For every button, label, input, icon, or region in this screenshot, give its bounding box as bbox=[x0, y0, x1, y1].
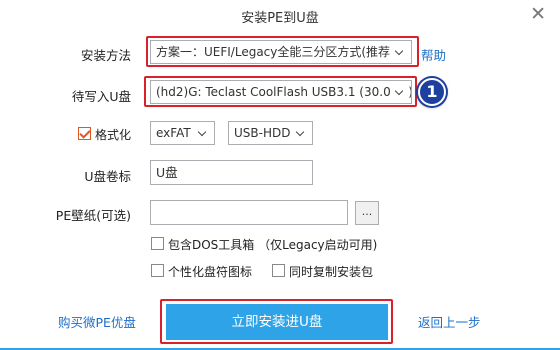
wallpaper-label: PE壁纸(可选) bbox=[55, 208, 131, 223]
window-title: 安装PE到U盘 bbox=[241, 11, 319, 26]
help-link[interactable]: 帮助 bbox=[421, 45, 446, 64]
chevron-down-icon bbox=[194, 123, 212, 143]
boot-mode-select[interactable]: USB-HDD bbox=[228, 121, 313, 145]
target-drive-label: 待写入U盘 bbox=[71, 89, 131, 104]
wallpaper-path-input[interactable] bbox=[150, 200, 348, 225]
copy-package-checkbox[interactable] bbox=[272, 264, 285, 277]
dos-tools-label: 包含DOS工具箱 （仅Legacy启动可用) bbox=[168, 238, 378, 252]
browse-button[interactable]: ... bbox=[355, 201, 379, 225]
boot-mode-value: USB-HDD bbox=[234, 126, 291, 140]
install-method-label: 安装方法 bbox=[80, 48, 131, 63]
back-link[interactable]: 返回上一步 bbox=[418, 312, 481, 331]
target-drive-value: (hd2)G: Teclast CoolFlash USB3.1 (30.0GB… bbox=[156, 85, 412, 99]
install-method-value: 方案一：UEFI/Legacy全能三分区方式(推荐) bbox=[156, 45, 395, 59]
filesystem-value: exFAT bbox=[156, 126, 191, 140]
target-drive-select[interactable]: (hd2)G: Teclast CoolFlash USB3.1 (30.0GB… bbox=[150, 80, 412, 104]
chevron-down-icon bbox=[391, 42, 409, 62]
close-icon[interactable]: ✕ bbox=[530, 5, 546, 24]
custom-icon-checkbox[interactable] bbox=[151, 264, 164, 277]
install-method-select[interactable]: 方案一：UEFI/Legacy全能三分区方式(推荐) bbox=[150, 40, 412, 64]
format-checkbox[interactable] bbox=[78, 127, 91, 140]
filesystem-select[interactable]: exFAT bbox=[150, 121, 215, 145]
custom-icon-label: 个性化盘符图标 bbox=[168, 265, 253, 279]
install-button[interactable]: 立即安装进U盘 bbox=[166, 304, 388, 340]
step-badge: 1 bbox=[418, 78, 446, 106]
title-bar: 安装PE到U盘 ✕ bbox=[0, 0, 560, 34]
dos-tools-checkbox[interactable] bbox=[151, 237, 164, 250]
volume-label-input[interactable]: U盘 bbox=[150, 160, 313, 185]
copy-package-label: 同时复制安装包 bbox=[289, 265, 374, 279]
buy-usb-link[interactable]: 购买微PE优盘 bbox=[58, 312, 136, 331]
format-label: 格式化 bbox=[95, 128, 132, 142]
chevron-down-icon bbox=[391, 82, 409, 102]
chevron-down-icon bbox=[292, 123, 310, 143]
volume-label-label: U盘卷标 bbox=[84, 169, 131, 184]
